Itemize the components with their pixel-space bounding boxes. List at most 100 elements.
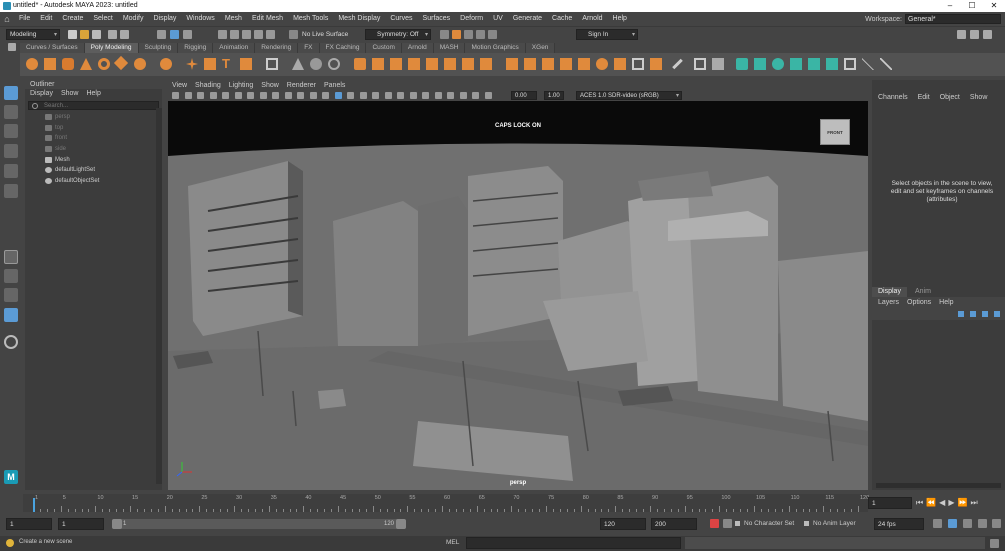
- lasso-tool-icon[interactable]: [4, 105, 18, 119]
- sound-icon[interactable]: [948, 519, 957, 528]
- planar-mapping-icon[interactable]: [754, 58, 766, 70]
- use-all-lights-icon[interactable]: [372, 92, 379, 99]
- symmetry-dropdown[interactable]: Symmetry: Off ▾: [365, 29, 431, 40]
- mirror-icon[interactable]: [524, 58, 536, 70]
- render-settings-icon[interactable]: [476, 30, 485, 39]
- current-frame-field[interactable]: 1: [868, 497, 912, 509]
- menu-curves[interactable]: Curves: [385, 12, 417, 26]
- layer-menu-options[interactable]: Options: [907, 297, 931, 308]
- triangulate-icon[interactable]: [632, 58, 644, 70]
- playback-options-icon[interactable]: [978, 519, 987, 528]
- menu-surfaces[interactable]: Surfaces: [418, 12, 456, 26]
- current-time-indicator[interactable]: [33, 498, 35, 512]
- panel-menu-view[interactable]: View: [172, 82, 187, 89]
- extract-icon[interactable]: [614, 58, 626, 70]
- merge-icon[interactable]: [408, 58, 420, 70]
- channel-menu-channels[interactable]: Channels: [878, 94, 908, 101]
- script-editor-icon[interactable]: [990, 539, 999, 548]
- xray-joints-icon[interactable]: [459, 92, 467, 99]
- menu-create[interactable]: Create: [57, 12, 88, 26]
- tab-mash[interactable]: MASH: [433, 43, 466, 53]
- ipr-render-icon[interactable]: [464, 30, 473, 39]
- lock-camera-icon[interactable]: [184, 92, 192, 99]
- home-icon[interactable]: ⌂: [0, 14, 14, 24]
- wireframe-icon[interactable]: [322, 92, 329, 99]
- undo-icon[interactable]: [108, 30, 117, 39]
- tab-rendering[interactable]: Rendering: [255, 43, 299, 53]
- default-material-icon[interactable]: [347, 92, 354, 99]
- step-back-key-icon[interactable]: ⏪: [926, 498, 936, 508]
- tab-motion-graphics[interactable]: Motion Graphics: [465, 43, 526, 53]
- maximize-button[interactable]: ☐: [961, 0, 983, 12]
- outliner-menu-show[interactable]: Show: [61, 89, 79, 99]
- field-chart-icon[interactable]: [284, 92, 292, 99]
- construction-history-icon[interactable]: [440, 30, 449, 39]
- playback-start-field[interactable]: 1: [58, 518, 104, 530]
- new-scene-icon[interactable]: [68, 30, 77, 39]
- append-polygon-icon[interactable]: [444, 58, 456, 70]
- render-current-frame-icon[interactable]: [452, 30, 461, 39]
- gamma-field[interactable]: 1.00: [544, 91, 564, 100]
- resolution-gate-icon[interactable]: [259, 92, 267, 99]
- sign-in-dropdown[interactable]: Sign In ▾: [576, 29, 638, 40]
- menu-display[interactable]: Display: [148, 12, 181, 26]
- circularize-icon[interactable]: [542, 58, 554, 70]
- panel-menu-shading[interactable]: Shading: [195, 82, 221, 89]
- new-layer-icon[interactable]: [982, 311, 988, 317]
- menu-mesh-display[interactable]: Mesh Display: [333, 12, 385, 26]
- single-perspective-layout-icon[interactable]: [4, 250, 18, 264]
- xray-active-components-icon[interactable]: [472, 92, 479, 99]
- channel-menu-show[interactable]: Show: [970, 94, 988, 101]
- toggle-attribute-editor-icon[interactable]: [970, 30, 979, 39]
- menu-deform[interactable]: Deform: [455, 12, 488, 26]
- outliner-menu-display[interactable]: Display: [30, 89, 53, 99]
- toggle-channel-box-icon[interactable]: [983, 30, 992, 39]
- go-to-start-icon[interactable]: ⏮: [916, 498, 923, 508]
- tab-poly-modeling[interactable]: Poly Modeling: [84, 43, 139, 53]
- menu-modify[interactable]: Modify: [118, 12, 149, 26]
- poly-disc-icon[interactable]: [134, 58, 146, 70]
- safe-action-icon[interactable]: [297, 92, 304, 99]
- ambient-occlusion-icon[interactable]: [397, 92, 404, 99]
- select-by-component-icon[interactable]: [183, 30, 192, 39]
- select-by-hierarchy-icon[interactable]: [157, 30, 166, 39]
- outliner-item[interactable]: top: [25, 123, 162, 134]
- layer-menu-help[interactable]: Help: [939, 297, 953, 308]
- poly-torus-icon[interactable]: [98, 58, 110, 70]
- combine-icon[interactable]: [266, 58, 278, 70]
- bookmark-icon[interactable]: [209, 92, 217, 99]
- go-to-end-icon[interactable]: ⏭: [970, 498, 977, 508]
- extrude-icon[interactable]: [354, 58, 366, 70]
- smooth-icon[interactable]: [310, 58, 322, 70]
- smooth-shade-all-icon[interactable]: [334, 92, 342, 99]
- scale-tool-icon[interactable]: [4, 184, 18, 198]
- tab-rigging[interactable]: Rigging: [178, 43, 214, 53]
- character-set-dropdown[interactable]: No Character Set: [744, 520, 794, 527]
- menu-generate[interactable]: Generate: [508, 12, 547, 26]
- layer-menu-layers[interactable]: Layers: [878, 297, 899, 308]
- tab-display-layers[interactable]: Display: [872, 287, 907, 297]
- auto-key-icon[interactable]: [710, 519, 719, 528]
- quad-draw-icon[interactable]: [506, 58, 518, 70]
- outliner-scrollbar[interactable]: [156, 108, 162, 484]
- target-weld-icon[interactable]: [480, 58, 492, 70]
- tab-xgen[interactable]: XGen: [525, 43, 556, 53]
- outliner-item[interactable]: side: [25, 144, 162, 155]
- select-camera-icon[interactable]: [172, 92, 179, 99]
- camera-attributes-icon[interactable]: [197, 92, 204, 99]
- snap-point-icon[interactable]: [242, 30, 251, 39]
- time-editor-icon[interactable]: [992, 519, 1001, 528]
- snap-view-plane-icon[interactable]: [254, 30, 263, 39]
- poke-icon[interactable]: [560, 58, 572, 70]
- boolean-icon[interactable]: [328, 58, 340, 70]
- tab-custom[interactable]: Custom: [366, 43, 402, 53]
- tab-fx[interactable]: FX: [298, 43, 320, 53]
- tab-curves-surfaces[interactable]: Curves / Surfaces: [20, 43, 85, 53]
- layout-uv-icon[interactable]: [826, 58, 838, 70]
- move-tool-icon[interactable]: [4, 144, 18, 158]
- svg-icon[interactable]: [240, 58, 252, 70]
- menu-select[interactable]: Select: [88, 12, 117, 26]
- safe-title-icon[interactable]: [309, 92, 317, 99]
- animation-end-field[interactable]: 200: [651, 518, 697, 530]
- panel-menu-lighting[interactable]: Lighting: [229, 82, 254, 89]
